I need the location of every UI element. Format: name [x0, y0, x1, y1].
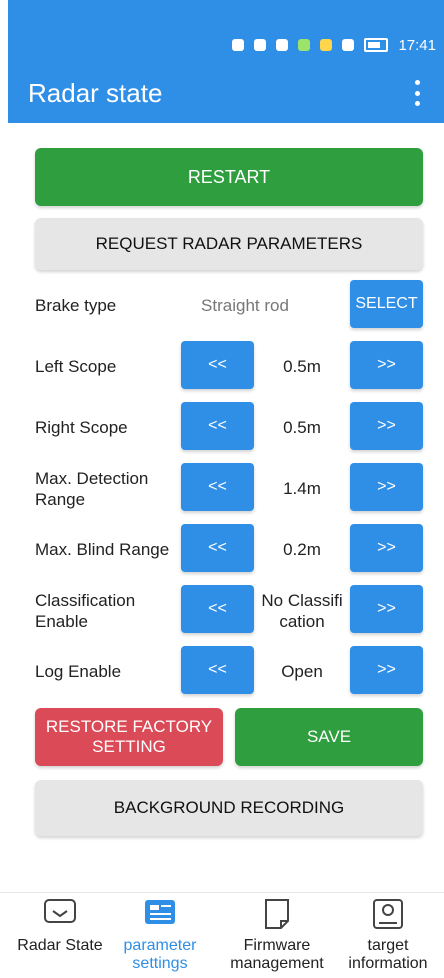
- request-radar-parameters-button[interactable]: REQUEST RADAR PARAMETERS: [35, 218, 423, 270]
- tab-firmware-management-label: Firmware management: [230, 937, 324, 972]
- target-information-icon: [373, 899, 403, 929]
- overflow-menu-icon[interactable]: [414, 80, 420, 106]
- left-scope-increase-button[interactable]: >>: [350, 341, 423, 389]
- notification-icon: [232, 39, 245, 51]
- status-time: 17:41: [398, 36, 436, 54]
- max-blind-range-increase-button[interactable]: >>: [350, 524, 423, 572]
- brake-type-value: Straight rod: [201, 296, 289, 315]
- restart-button[interactable]: RESTART: [35, 148, 423, 206]
- max-detection-range-increase-button[interactable]: >>: [350, 463, 423, 511]
- status-bar: 17:41: [232, 30, 436, 60]
- brake-type-label: Brake type: [35, 296, 117, 315]
- right-scope-decrease-button[interactable]: <<: [181, 402, 254, 450]
- log-enable-value: Open: [281, 662, 323, 681]
- battery-icon: [364, 38, 389, 52]
- signal-icon: [254, 39, 267, 51]
- restore-factory-setting-button[interactable]: RESTORE FACTORY SETTING: [35, 708, 223, 766]
- bluetooth-icon: [342, 39, 355, 51]
- left-scope-label: Left Scope: [35, 357, 117, 376]
- left-scope-value: 0.5m: [283, 357, 321, 376]
- firmware-management-icon: [265, 899, 289, 929]
- log-enable-decrease-button[interactable]: <<: [181, 646, 254, 694]
- max-blind-range-label: Max. Blind Range: [35, 540, 170, 559]
- app-notification-icon-2: [320, 39, 333, 51]
- classification-enable-value: No Classification: [261, 591, 343, 631]
- wifi-icon: [276, 39, 289, 51]
- max-detection-range-label: Max. Detection Range: [35, 469, 149, 509]
- save-button[interactable]: SAVE: [235, 708, 423, 766]
- parameter-settings-icon: [145, 900, 175, 924]
- tab-parameter-settings-label: parameter settings: [123, 937, 197, 972]
- tab-parameter-settings[interactable]: parameter settings: [114, 897, 206, 978]
- page-title: Radar state: [28, 78, 163, 108]
- app-bar: 17:41 Radar state: [8, 0, 444, 123]
- tab-firmware-management[interactable]: Firmware management: [218, 897, 336, 978]
- nav-divider: [0, 892, 444, 893]
- tab-radar-state[interactable]: Radar State: [12, 897, 108, 978]
- tab-target-information[interactable]: target information: [336, 897, 440, 978]
- classification-enable-decrease-button[interactable]: <<: [181, 585, 254, 633]
- classification-enable-increase-button[interactable]: >>: [350, 585, 423, 633]
- log-enable-increase-button[interactable]: >>: [350, 646, 423, 694]
- max-blind-range-value: 0.2m: [283, 540, 321, 559]
- max-blind-range-decrease-button[interactable]: <<: [181, 524, 254, 572]
- tab-target-information-label: target information: [348, 937, 428, 972]
- right-scope-label: Right Scope: [35, 418, 128, 437]
- right-scope-value: 0.5m: [283, 418, 321, 437]
- radar-state-icon: [44, 899, 76, 923]
- background-recording-button[interactable]: BACKGROUND RECORDING: [35, 780, 423, 836]
- brake-type-select-button[interactable]: SELECT: [350, 280, 423, 328]
- max-detection-range-value: 1.4m: [283, 479, 321, 498]
- right-scope-increase-button[interactable]: >>: [350, 402, 423, 450]
- app-notification-icon: [298, 39, 311, 51]
- tab-radar-state-label: Radar State: [17, 937, 103, 954]
- max-detection-range-decrease-button[interactable]: <<: [181, 463, 254, 511]
- classification-enable-label: Classification Enable: [35, 591, 136, 631]
- left-scope-decrease-button[interactable]: <<: [181, 341, 254, 389]
- log-enable-label: Log Enable: [35, 662, 122, 681]
